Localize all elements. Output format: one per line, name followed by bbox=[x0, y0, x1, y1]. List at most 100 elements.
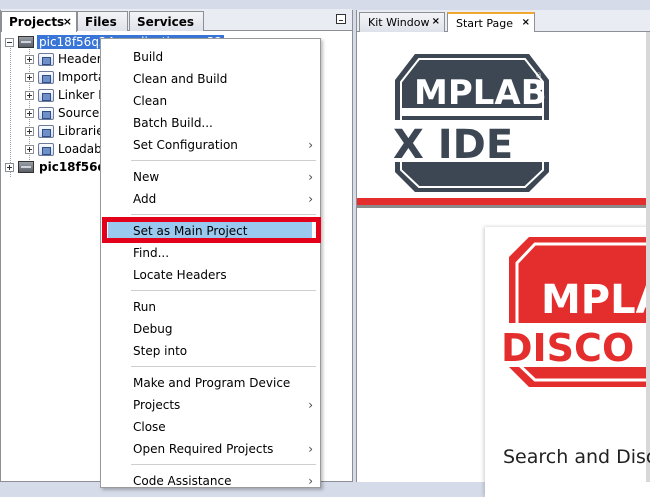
menu-item-label: Debug bbox=[133, 322, 173, 336]
menu-item-label: Add bbox=[133, 192, 157, 206]
search-and-discover-heading: Search and Disc bbox=[503, 446, 650, 468]
menu-item-batch-build[interactable]: Batch Build... bbox=[101, 112, 320, 134]
menu-item-label: Find... bbox=[133, 246, 170, 260]
mplab-discover-logo: MPLAB DISCO bbox=[495, 237, 650, 387]
registered-mark: ® bbox=[535, 72, 542, 80]
expand-icon[interactable] bbox=[25, 72, 34, 82]
menu-item-set-configuration[interactable]: Set Configuration › bbox=[101, 134, 320, 156]
project-name[interactable]: pic18f56q bbox=[37, 160, 108, 174]
editor-tabbar: Kit Window × Start Page × bbox=[357, 10, 650, 33]
folder-icon bbox=[38, 88, 54, 102]
project-context-menu: Build Clean and Build Clean Batch Build.… bbox=[100, 38, 321, 488]
chip-icon bbox=[18, 161, 34, 173]
discover-line1: MPLAB bbox=[541, 277, 650, 323]
menu-item-label: Batch Build... bbox=[133, 116, 213, 130]
tab-projects-label: Projects bbox=[9, 15, 65, 29]
menu-item-label: Projects bbox=[133, 398, 181, 412]
projects-tabbar: Projects × Files Services bbox=[1, 9, 352, 32]
tab-files[interactable]: Files bbox=[77, 11, 128, 31]
folder-label: Loadab bbox=[58, 142, 102, 156]
folder-icon bbox=[38, 70, 54, 84]
menu-item-label: Clean and Build bbox=[133, 72, 228, 86]
menu-item-debug[interactable]: Debug bbox=[101, 318, 320, 340]
folder-label: Linker F bbox=[58, 88, 106, 102]
expand-icon[interactable] bbox=[5, 162, 14, 172]
logo-line1: MPLAB bbox=[414, 73, 547, 113]
folder-label: Librarie bbox=[58, 124, 104, 138]
submenu-arrow-icon: › bbox=[308, 192, 313, 206]
tab-projects[interactable]: Projects × bbox=[1, 11, 77, 32]
tree-project-row[interactable]: pic18f56q bbox=[5, 158, 108, 176]
scrollbar[interactable] bbox=[646, 32, 650, 482]
menu-item-step-into[interactable]: Step into bbox=[101, 340, 320, 362]
folder-label: Header bbox=[58, 52, 102, 66]
tree-folder-row[interactable]: Linker F bbox=[25, 86, 105, 104]
start-page-banner: MPLAB ® X IDE bbox=[357, 32, 650, 210]
menu-item-label: Set as Main Project bbox=[133, 224, 248, 238]
menu-item-clean[interactable]: Clean bbox=[101, 90, 320, 112]
close-icon[interactable]: × bbox=[522, 17, 530, 28]
folder-label: Importa bbox=[58, 70, 106, 84]
folder-icon bbox=[38, 124, 54, 138]
editor-panel: Kit Window × Start Page × MPLAB ® X IDE … bbox=[356, 10, 650, 497]
menu-separator bbox=[131, 290, 316, 291]
tree-folder-row[interactable]: Loadab bbox=[25, 140, 102, 158]
minimize-icon[interactable] bbox=[336, 14, 346, 24]
tab-services[interactable]: Services bbox=[129, 11, 204, 31]
menu-item-label: Clean bbox=[133, 94, 168, 108]
tab-kit-window[interactable]: Kit Window × bbox=[359, 12, 445, 32]
tree-folder-row[interactable]: Librarie bbox=[25, 122, 104, 140]
tab-services-label: Services bbox=[137, 15, 195, 29]
tree-folder-row[interactable]: Importa bbox=[25, 68, 105, 86]
menu-separator bbox=[131, 214, 316, 215]
tab-start-page[interactable]: Start Page × bbox=[447, 12, 535, 33]
menu-item-label: Run bbox=[133, 300, 157, 314]
menu-item-open-required-projects[interactable]: Open Required Projects › bbox=[101, 438, 320, 460]
submenu-arrow-icon: › bbox=[308, 442, 313, 456]
expand-icon[interactable] bbox=[25, 54, 34, 64]
chip-icon bbox=[18, 36, 34, 48]
submenu-arrow-icon: › bbox=[308, 398, 313, 412]
menu-item-label: Step into bbox=[133, 344, 188, 358]
menu-item-label: Make and Program Device bbox=[133, 376, 291, 390]
menu-item-new[interactable]: New › bbox=[101, 166, 320, 188]
submenu-arrow-icon: › bbox=[308, 474, 313, 488]
menu-item-make-and-program-device[interactable]: Make and Program Device bbox=[101, 372, 320, 394]
menu-item-find[interactable]: Find... bbox=[101, 242, 320, 264]
menu-item-projects[interactable]: Projects › bbox=[101, 394, 320, 416]
menu-item-label: New bbox=[133, 170, 160, 184]
tree-folder-row[interactable]: Header bbox=[25, 50, 102, 68]
menu-item-label: Open Required Projects bbox=[133, 442, 274, 456]
tab-files-label: Files bbox=[85, 15, 117, 29]
menu-item-code-assistance[interactable]: Code Assistance › bbox=[101, 470, 320, 492]
menu-separator bbox=[131, 366, 316, 367]
submenu-arrow-icon: › bbox=[308, 138, 313, 152]
banner-divider-shadow bbox=[357, 205, 650, 208]
mplab-x-ide-logo: MPLAB ® X IDE bbox=[389, 54, 555, 192]
menu-item-label: Set Configuration bbox=[133, 138, 238, 152]
menu-item-build[interactable]: Build bbox=[101, 46, 320, 68]
folder-icon bbox=[38, 142, 54, 156]
menu-item-run[interactable]: Run bbox=[101, 296, 320, 318]
menu-item-label: Locate Headers bbox=[133, 268, 227, 282]
menu-item-clean-and-build[interactable]: Clean and Build bbox=[101, 68, 320, 90]
expand-icon[interactable] bbox=[25, 144, 34, 154]
tab-start-page-label: Start Page bbox=[456, 17, 513, 30]
tab-kit-window-label: Kit Window bbox=[368, 16, 430, 29]
banner-divider bbox=[357, 198, 650, 205]
menu-item-label: Build bbox=[133, 50, 164, 64]
expand-icon[interactable] bbox=[25, 90, 34, 100]
menu-item-close[interactable]: Close bbox=[101, 416, 320, 438]
expand-icon[interactable] bbox=[25, 126, 34, 136]
menu-item-label: Code Assistance bbox=[133, 474, 232, 488]
folder-icon bbox=[38, 106, 54, 120]
menu-item-add[interactable]: Add › bbox=[101, 188, 320, 210]
menu-item-label: Close bbox=[133, 420, 166, 434]
menu-item-set-as-main-project[interactable]: Set as Main Project bbox=[101, 217, 321, 243]
collapse-icon[interactable] bbox=[5, 37, 14, 47]
menu-item-locate-headers[interactable]: Locate Headers bbox=[101, 264, 320, 286]
close-icon[interactable]: × bbox=[63, 15, 72, 28]
expand-icon[interactable] bbox=[25, 108, 34, 118]
tree-folder-row[interactable]: Source bbox=[25, 104, 99, 122]
close-icon[interactable]: × bbox=[432, 16, 440, 27]
